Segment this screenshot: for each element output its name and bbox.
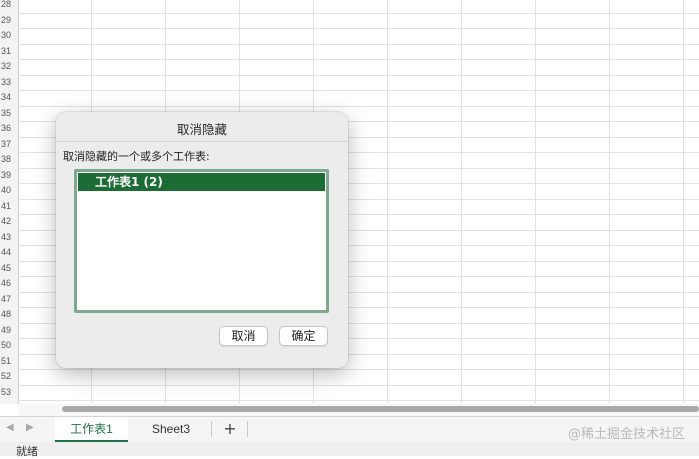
unhide-dialog: 取消隐藏 取消隐藏的一个或多个工作表: 工作表1 (2) 取消 确定 xyxy=(56,112,348,368)
row-number[interactable]: 38 xyxy=(0,152,18,168)
row-number[interactable]: 45 xyxy=(0,261,18,277)
row-number[interactable]: 52 xyxy=(0,369,18,385)
row-number[interactable]: 32 xyxy=(0,59,18,75)
row-number[interactable]: 42 xyxy=(0,214,18,230)
row-number[interactable]: 33 xyxy=(0,75,18,91)
row-number[interactable]: 29 xyxy=(0,13,18,29)
row-number[interactable]: 53 xyxy=(0,385,18,401)
add-sheet-icon[interactable]: + xyxy=(219,417,241,442)
cancel-button[interactable]: 取消 xyxy=(219,326,268,346)
row-number[interactable]: 49 xyxy=(0,323,18,339)
row-number[interactable]: 50 xyxy=(0,338,18,354)
row-gridline xyxy=(18,369,699,370)
dialog-instruction: 取消隐藏的一个或多个工作表: xyxy=(63,150,210,163)
prev-sheet-icon[interactable]: ◀ xyxy=(6,422,14,433)
row-number[interactable]: 34 xyxy=(0,90,18,106)
tab-divider xyxy=(247,421,248,437)
row-number[interactable]: 44 xyxy=(0,245,18,261)
row-number[interactable]: 51 xyxy=(0,354,18,370)
horizontal-scrollbar-thumb[interactable] xyxy=(62,406,699,412)
status-text: 就绪 xyxy=(16,445,38,458)
row-gridline xyxy=(18,90,699,91)
row-number[interactable]: 35 xyxy=(0,106,18,122)
row-number[interactable]: 43 xyxy=(0,230,18,246)
watermark: @稀土掘金技术社区 xyxy=(567,427,685,442)
row-number[interactable]: 41 xyxy=(0,199,18,215)
sheet-listbox[interactable]: 工作表1 (2) xyxy=(74,169,329,313)
row-number[interactable]: 46 xyxy=(0,276,18,292)
tab-sheet-1[interactable]: 工作表1 xyxy=(55,417,128,442)
tab-divider xyxy=(211,421,212,437)
row-number[interactable]: 30 xyxy=(0,28,18,44)
row-gridline xyxy=(18,28,699,29)
status-bar: 就绪 xyxy=(0,442,699,458)
list-item[interactable]: 工作表1 (2) xyxy=(78,173,325,191)
row-gridline xyxy=(18,105,699,107)
row-number[interactable]: 40 xyxy=(0,183,18,199)
row-number[interactable]: 36 xyxy=(0,121,18,137)
row-gridline xyxy=(18,12,699,14)
row-number[interactable]: 47 xyxy=(0,292,18,308)
row-gridline xyxy=(18,400,699,401)
row-number[interactable]: 39 xyxy=(0,168,18,184)
next-sheet-icon[interactable]: ▶ xyxy=(26,422,34,433)
row-gridline xyxy=(18,43,699,45)
dialog-title: 取消隐藏 xyxy=(176,122,227,137)
ok-button[interactable]: 确定 xyxy=(279,326,328,346)
tab-sheet3[interactable]: Sheet3 xyxy=(133,417,209,442)
row-number[interactable]: 28 xyxy=(0,0,18,13)
row-gridline xyxy=(18,74,699,76)
row-number[interactable]: 48 xyxy=(0,307,18,323)
row-number[interactable]: 37 xyxy=(0,137,18,153)
row-number[interactable]: 31 xyxy=(0,44,18,60)
dialog-divider xyxy=(56,141,348,142)
row-gridline xyxy=(18,384,699,386)
row-gridline xyxy=(18,59,699,60)
